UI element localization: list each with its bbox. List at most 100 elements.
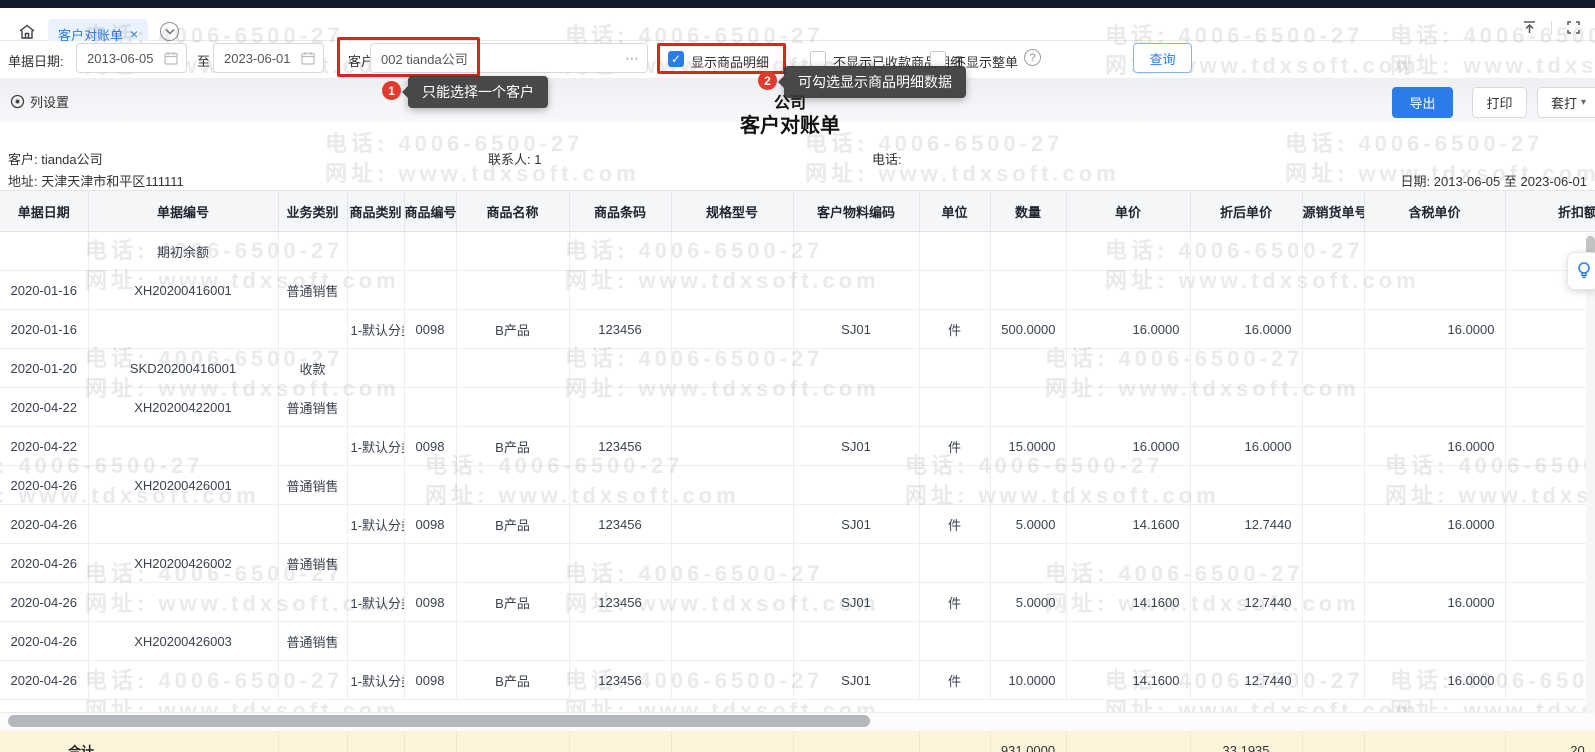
table-cell — [1505, 466, 1595, 505]
table-row[interactable]: 2020-04-261-默认分类0098B产品123456SJ01件10.000… — [0, 661, 1595, 700]
table-cell — [404, 544, 456, 583]
column-header[interactable]: 业务类别 — [278, 191, 347, 232]
table-row[interactable]: 2020-01-161-默认分类0098B产品123456SJ01件500.00… — [0, 310, 1595, 349]
table-cell: 0098 — [404, 427, 456, 466]
table-row[interactable]: 2020-01-20SKD20200416001收款 — [0, 349, 1595, 388]
table-cell: 普通销售 — [278, 544, 347, 583]
column-header[interactable]: 单据日期 — [0, 191, 88, 232]
table-cell — [1302, 388, 1364, 427]
column-header[interactable]: 商品编号 — [404, 191, 456, 232]
column-header[interactable]: 单价 — [1066, 191, 1190, 232]
column-header[interactable]: 单位 — [919, 191, 990, 232]
column-header[interactable]: 折后单价 — [1190, 191, 1302, 232]
table-cell: B产品 — [456, 310, 569, 349]
show-detail-label[interactable]: 显示商品明细 — [691, 52, 769, 71]
more-icon[interactable]: ⋯ — [625, 50, 639, 67]
column-header[interactable]: 含税单价 — [1364, 191, 1505, 232]
show-detail-checkbox[interactable]: ✓ — [668, 51, 684, 67]
column-header[interactable]: 商品类别 — [347, 191, 404, 232]
table-row[interactable]: 2020-04-221-默认分类0098B产品123456SJ01件15.000… — [0, 427, 1595, 466]
table-cell — [1302, 622, 1364, 661]
table-cell: XH20200426001 — [88, 466, 278, 505]
table-cell — [1190, 622, 1302, 661]
vertical-scrollbar-track[interactable] — [1586, 233, 1595, 713]
column-header[interactable]: 源销货单号 — [1302, 191, 1364, 232]
tab-close-icon[interactable]: × — [130, 27, 138, 41]
table-cell — [278, 505, 347, 544]
table-row[interactable]: 2020-01-16XH20200416001普通销售 — [0, 271, 1595, 310]
annotation-tooltip-1-text: 只能选择一个客户 — [422, 84, 534, 100]
table-cell: 0098 — [404, 310, 456, 349]
query-button[interactable]: 查询 — [1133, 43, 1192, 73]
table-cell — [88, 505, 278, 544]
table-cell: 0098 — [404, 661, 456, 700]
table-row[interactable]: 2020-04-26XH20200426001普通销售 — [0, 466, 1595, 505]
fullscreen-icon[interactable] — [1566, 20, 1581, 35]
table-cell — [456, 466, 569, 505]
date-from-input[interactable]: 2013-06-05 — [76, 43, 187, 73]
table-cell: 普通销售 — [278, 271, 347, 310]
table-row[interactable]: 2020-04-261-默认分类0098B产品123456SJ01件5.0000… — [0, 505, 1595, 544]
table-cell: SJ01 — [793, 427, 919, 466]
table-cell — [1302, 661, 1364, 700]
table-cell — [1302, 349, 1364, 388]
table-row[interactable]: 2020-04-26XH20200426002普通销售 — [0, 544, 1595, 583]
column-header[interactable]: 数量 — [990, 191, 1066, 232]
column-header[interactable]: 商品条码 — [569, 191, 671, 232]
table-cell: 14.1600 — [1066, 661, 1190, 700]
column-settings-button[interactable]: 列设置 — [10, 92, 69, 111]
table-cell — [990, 232, 1066, 271]
summary-row-wrap: 合计931.000033.193520 — [0, 731, 1595, 752]
home-icon — [18, 23, 36, 41]
help-icon[interactable]: ? — [1024, 49, 1041, 66]
column-header[interactable]: 客户物料编码 — [793, 191, 919, 232]
table-cell — [1302, 427, 1364, 466]
table-cell: 16.0000 — [1066, 310, 1190, 349]
horizontal-scrollbar-thumb[interactable] — [8, 715, 870, 727]
summary-cell: 20 — [1505, 731, 1595, 752]
table-cell: 5.0000 — [990, 583, 1066, 622]
table-cell: 500.0000 — [990, 310, 1066, 349]
tab-list-dropdown[interactable] — [160, 22, 179, 41]
table-cell — [990, 466, 1066, 505]
stencil-print-button[interactable]: 套打 ▾ — [1537, 87, 1595, 118]
column-header[interactable]: 商品名称 — [456, 191, 569, 232]
table-cell — [990, 544, 1066, 583]
hide-whole-checkbox[interactable] — [930, 51, 946, 67]
table-cell — [671, 310, 793, 349]
table-row[interactable]: 2020-04-261-默认分类0098B产品123456SJ01件5.0000… — [0, 583, 1595, 622]
column-header[interactable]: 规格型号 — [671, 191, 793, 232]
summary-row: 合计931.000033.193520 — [0, 731, 1595, 752]
column-header[interactable]: 单据编号 — [88, 191, 278, 232]
table-cell: 2020-01-20 — [0, 349, 88, 388]
table-cell — [404, 388, 456, 427]
table-cell: XH20200426002 — [88, 544, 278, 583]
annotation-badge-1: 1 — [382, 81, 401, 100]
report-title: 客户对账单 — [0, 109, 1580, 138]
table-cell: 16.0000 — [1364, 505, 1505, 544]
hide-received-checkbox[interactable] — [810, 51, 826, 67]
table-row[interactable]: 期初余额 — [0, 232, 1595, 271]
table-cell: 123456 — [569, 661, 671, 700]
table-cell — [1505, 427, 1595, 466]
export-button[interactable]: 导出 — [1392, 87, 1453, 118]
table-cell: 2020-04-22 — [0, 427, 88, 466]
customer-input[interactable]: 002 tianda公司 ⋯ — [370, 43, 648, 73]
column-header[interactable]: 折扣额 — [1505, 191, 1595, 232]
table-cell — [1364, 232, 1505, 271]
assistant-widget[interactable] — [1567, 252, 1595, 290]
calendar-icon — [164, 51, 178, 65]
table-cell — [671, 388, 793, 427]
date-to-input[interactable]: 2023-06-01 — [213, 43, 324, 73]
table-cell: 12.7440 — [1190, 661, 1302, 700]
table-row[interactable]: 2020-04-22XH20200422001普通销售 — [0, 388, 1595, 427]
collapse-top-icon[interactable] — [1522, 20, 1537, 35]
table-row[interactable]: 2020-04-26XH20200426003普通销售 — [0, 622, 1595, 661]
table-cell: 1-默认分类 — [347, 505, 404, 544]
table-cell: 14.1600 — [1066, 505, 1190, 544]
print-button[interactable]: 打印 — [1472, 87, 1527, 118]
table-cell — [793, 544, 919, 583]
table-cell — [793, 622, 919, 661]
table-cell: SJ01 — [793, 583, 919, 622]
header-row: 单据日期单据编号业务类别商品类别商品编号商品名称商品条码规格型号客户物料编码单位… — [0, 191, 1595, 232]
